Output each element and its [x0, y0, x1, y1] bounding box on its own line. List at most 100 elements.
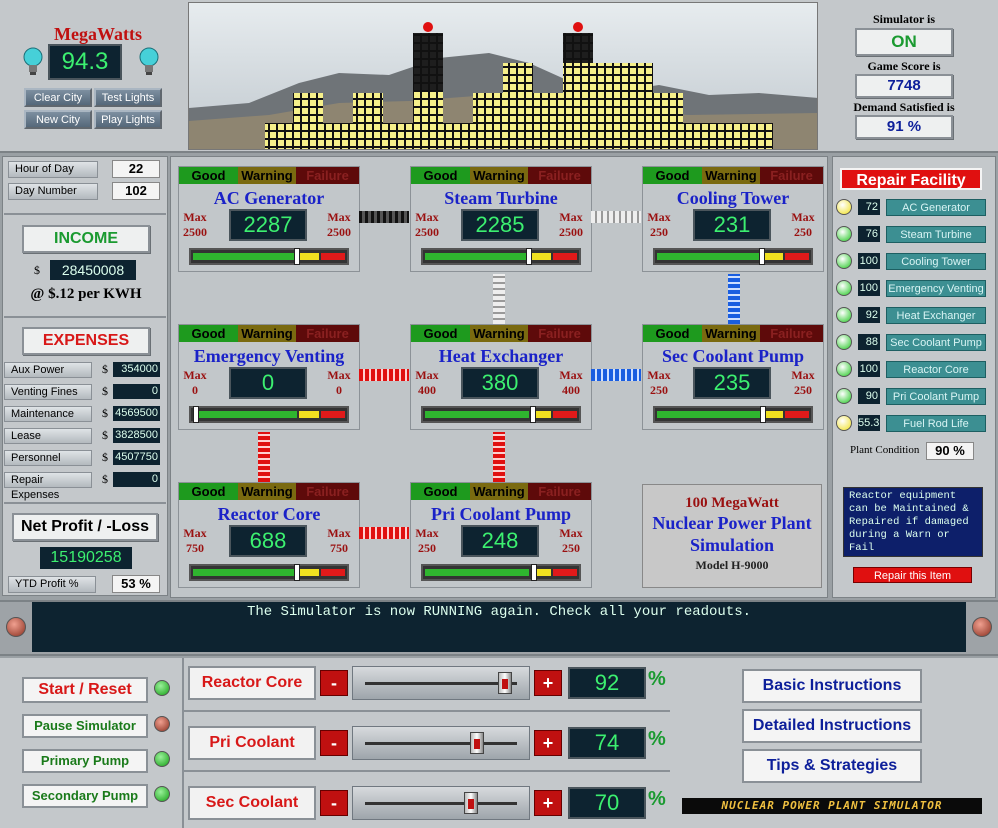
repair-item-sec-coolant-pump[interactable]: Sec Coolant Pump: [886, 334, 986, 351]
repair-item-cooling-tower[interactable]: Cooling Tower: [886, 253, 986, 270]
status-failure-indicator: Failure: [528, 483, 591, 500]
status-warning-indicator: Warning: [238, 483, 296, 500]
repair-item-pri-coolant-pump[interactable]: Pri Coolant Pump: [886, 388, 986, 405]
max-label-right: Max 400: [559, 368, 583, 397]
repair-value-fuel-rod-life: 55.3: [858, 415, 880, 431]
pri-coolant-minus-button[interactable]: -: [320, 730, 348, 756]
status-failure-indicator: Failure: [296, 483, 359, 500]
max-label-left: Max 250: [647, 210, 671, 239]
component-name: Sec Coolant Pump: [661, 346, 804, 366]
megawatts-display: 94.3: [48, 44, 122, 80]
expense-label-maintenance: Maintenance: [4, 406, 92, 422]
left-alarm-icon: [6, 617, 26, 637]
start-reset-button[interactable]: Start / Reset: [22, 677, 148, 703]
primary-pump-button[interactable]: Primary Pump: [22, 749, 148, 773]
sec-coolant-minus-button[interactable]: -: [320, 790, 348, 816]
secondary-pump-led: [154, 786, 170, 802]
repair-item-ac-generator[interactable]: AC Generator: [886, 199, 986, 216]
level-marker: [530, 406, 536, 423]
pipe-core-pri-pump: [359, 527, 409, 539]
component-value: 248: [461, 525, 539, 557]
max-label-left: Max 400: [415, 368, 439, 397]
status-good-indicator: Good: [643, 325, 702, 342]
max-label-left: Max 0: [183, 368, 207, 397]
component-name: Pri Coolant Pump: [430, 504, 571, 524]
plant-condition-label: Plant Condition: [850, 444, 920, 456]
repair-led-reactor-core: [836, 361, 852, 377]
component-sec-coolant-pump: Good Warning Failure Sec Coolant Pump Ma…: [642, 324, 824, 430]
right-alarm-icon: [972, 617, 992, 637]
new-city-button[interactable]: New City: [24, 110, 92, 129]
sec-coolant-plus-button[interactable]: +: [534, 790, 562, 816]
expense-value-repair-expenses: 0: [113, 472, 160, 487]
test-lights-button[interactable]: Test Lights: [94, 88, 162, 107]
hour-label: Hour of Day: [8, 161, 98, 178]
status-warning-indicator: Warning: [702, 325, 760, 342]
repair-item-fuel-rod-life[interactable]: Fuel Rod Life: [886, 415, 986, 432]
sec-coolant-slider[interactable]: [352, 786, 530, 820]
pri-coolant-plus-button[interactable]: +: [534, 730, 562, 756]
max-label-left: Max 250: [415, 526, 439, 555]
controls-divider: [182, 658, 184, 828]
slider-thumb[interactable]: [470, 732, 484, 754]
component-value: 2287: [229, 209, 307, 241]
detailed-instructions-button[interactable]: Detailed Instructions: [742, 709, 922, 743]
status-failure-indicator: Failure: [296, 167, 359, 184]
expense-currency: $: [102, 450, 108, 464]
plant-condition-value: 90 %: [926, 442, 974, 460]
slider-thumb[interactable]: [498, 672, 512, 694]
expense-value-aux-power: 354000: [113, 362, 160, 377]
clear-city-button[interactable]: Clear City: [24, 88, 92, 107]
component-reactor-core: Good Warning Failure Reactor Core Max 750…: [178, 482, 360, 588]
reactor-core-plus-button[interactable]: +: [534, 670, 562, 696]
repair-item-reactor-core[interactable]: Reactor Core: [886, 361, 986, 378]
component-level-bar: [421, 248, 581, 265]
status-warning-indicator: Warning: [470, 325, 528, 342]
info-model: Model H-9000: [695, 558, 769, 572]
component-value: 235: [693, 367, 771, 399]
play-lights-button[interactable]: Play Lights: [94, 110, 162, 129]
repair-led-sec-coolant-pump: [836, 334, 852, 350]
slider-thumb[interactable]: [464, 792, 478, 814]
expense-value-maintenance: 4569500: [113, 406, 160, 421]
secondary-pump-button[interactable]: Secondary Pump: [22, 784, 148, 808]
component-name: Reactor Core: [217, 504, 321, 524]
income-currency: $: [34, 263, 40, 277]
max-label-right: Max 2500: [559, 210, 583, 239]
status-good-indicator: Good: [179, 167, 238, 184]
day-label: Day Number: [8, 183, 98, 200]
component-level-bar: [653, 248, 813, 265]
info-line2: Nuclear Power Plant: [652, 513, 812, 533]
repair-value-reactor-core: 100: [858, 361, 880, 377]
component-value: 0: [229, 367, 307, 399]
repair-value-pri-coolant-pump: 90: [858, 388, 880, 404]
reactor-core-label: Reactor Core: [188, 666, 316, 700]
component-level-bar: [189, 564, 349, 581]
repair-item-emergency-venting[interactable]: Emergency Venting: [886, 280, 986, 297]
repair-item-heat-exchanger[interactable]: Heat Exchanger: [886, 307, 986, 324]
pause-simulator-button[interactable]: Pause Simulator: [22, 714, 148, 738]
expense-currency: $: [102, 362, 108, 376]
expense-label-personnel: Personnel: [4, 450, 92, 466]
expense-currency: $: [102, 384, 108, 398]
divider: [4, 502, 166, 504]
expense-currency: $: [102, 472, 108, 486]
repair-facility-title: Repair Facility: [840, 168, 982, 190]
pipe-turbine-tower: [591, 211, 641, 223]
reactor-core-slider[interactable]: [352, 666, 530, 700]
tips-strategies-button[interactable]: Tips & Strategies: [742, 749, 922, 783]
level-marker: [531, 564, 537, 581]
repair-led-emergency-venting: [836, 280, 852, 296]
expense-value-venting-fines: 0: [113, 384, 160, 399]
hour-value: 22: [112, 160, 160, 178]
reactor-core-minus-button[interactable]: -: [320, 670, 348, 696]
pri-coolant-label: Pri Coolant: [188, 726, 316, 760]
basic-instructions-button[interactable]: Basic Instructions: [742, 669, 922, 703]
pri-coolant-slider[interactable]: [352, 726, 530, 760]
demand-value: 91 %: [855, 115, 953, 139]
divider: [4, 213, 166, 215]
repair-item-steam-turbine[interactable]: Steam Turbine: [886, 226, 986, 243]
status-good-indicator: Good: [411, 325, 470, 342]
repair-item-button[interactable]: Repair this Item: [853, 567, 972, 583]
max-label-right: Max 250: [791, 368, 815, 397]
